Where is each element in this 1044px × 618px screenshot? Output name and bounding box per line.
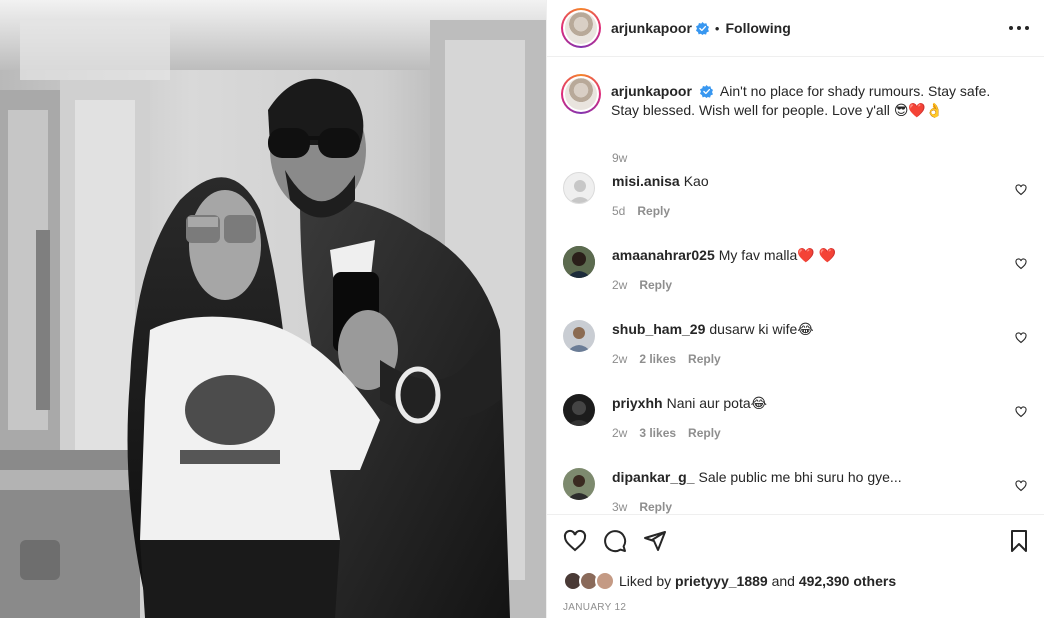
liked-by-user[interactable]: prietyyy_1889 [675, 573, 768, 589]
liker-avatars[interactable] [563, 571, 617, 591]
comment-body: amaanahrar025 My fav malla❤️ ❤️ [612, 246, 992, 264]
likes-summary[interactable]: Liked by prietyyy_1889 and 492,390 other… [563, 571, 896, 591]
post-header: arjunkapoor • Following [547, 0, 1044, 57]
comment-avatar[interactable] [563, 246, 595, 278]
bookmark-icon[interactable] [1007, 529, 1031, 553]
comment-text: Sale public me bhi suru ho gye... [698, 469, 902, 485]
comment-reply-button[interactable]: Reply [688, 352, 721, 366]
heart-icon[interactable] [563, 529, 587, 553]
comment-item: shub_ham_29 dusarw ki wife😂 2w 2 likes Re… [563, 320, 1033, 394]
comment-emoji: ❤️ ❤️ [797, 247, 837, 263]
comment-avatar[interactable] [563, 320, 595, 352]
comment-meta: 5d Reply [612, 204, 670, 218]
comments-scroll-area[interactable]: arjunkapoor Ain't no place for shady rum… [547, 58, 1044, 514]
post-date[interactable]: JANUARY 12 [563, 602, 626, 613]
caption-username[interactable]: arjunkapoor [611, 83, 692, 99]
comment-username[interactable]: misi.anisa [612, 173, 680, 189]
comment-time[interactable]: 3w [612, 500, 627, 514]
comment-username[interactable]: priyxhh [612, 395, 663, 411]
comment-item: misi.anisa Kao 5d Reply [563, 172, 1033, 246]
more-options-icon[interactable] [1009, 20, 1029, 36]
comment-meta: 2w 3 likes Reply [612, 426, 721, 440]
verified-badge-icon [695, 21, 709, 35]
comment-body: dipankar_g_ Sale public me bhi suru ho gy… [612, 468, 992, 486]
comment-avatar[interactable] [563, 468, 595, 500]
comment-item: priyxhh Nani aur pota😂 2w 3 likes Reply [563, 394, 1033, 468]
caption-emojis: 😎❤️👌 [893, 102, 944, 118]
comment-emoji: 😂 [750, 395, 767, 411]
verified-badge-icon [699, 85, 713, 98]
comment-username[interactable]: dipankar_g_ [612, 469, 694, 485]
following-button[interactable]: Following [725, 20, 790, 36]
post-actions-bar: Liked by prietyyy_1889 and 492,390 other… [547, 514, 1044, 618]
comment-likes-count[interactable]: 3 likes [639, 426, 676, 440]
comment-emoji: 😂 [797, 321, 814, 337]
comment-reply-button[interactable]: Reply [637, 204, 670, 218]
caption-timestamp[interactable]: 9w [612, 151, 627, 165]
liked-by-and: and [771, 573, 795, 589]
author-avatar[interactable] [561, 8, 601, 48]
comment-meta: 2w 2 likes Reply [612, 352, 721, 366]
comment-reply-button[interactable]: Reply [639, 500, 672, 514]
comment-time[interactable]: 5d [612, 204, 625, 218]
post-photo[interactable] [0, 0, 546, 618]
comment-item: amaanahrar025 My fav malla❤️ ❤️ 2w Reply [563, 246, 1033, 320]
comment-heart-icon[interactable] [1015, 480, 1027, 492]
comment-text: dusarw ki wife [709, 321, 798, 337]
comment-avatar[interactable] [563, 394, 595, 426]
author-username[interactable]: arjunkapoor [611, 20, 692, 36]
comment-text: My fav malla [718, 247, 798, 263]
caption-author-avatar[interactable] [561, 74, 601, 114]
comment-time[interactable]: 2w [612, 278, 627, 292]
comment-icon[interactable] [603, 529, 627, 553]
comment-time[interactable]: 2w [612, 426, 627, 440]
comment-reply-button[interactable]: Reply [639, 278, 672, 292]
comment-time[interactable]: 2w [612, 352, 627, 366]
comment-text: Nani aur pota [666, 395, 751, 411]
comment-text: Kao [683, 173, 709, 189]
comment-avatar[interactable] [563, 172, 595, 204]
comment-heart-icon[interactable] [1015, 332, 1027, 344]
post-photo-graphic [0, 0, 546, 618]
comment-reply-button[interactable]: Reply [688, 426, 721, 440]
share-icon[interactable] [643, 529, 667, 553]
likes-others-count[interactable]: 492,390 others [799, 573, 896, 589]
comment-item: dipankar_g_ Sale public me bhi suru ho gy… [563, 468, 1033, 514]
comment-username[interactable]: amaanahrar025 [612, 247, 715, 263]
comment-username[interactable]: shub_ham_29 [612, 321, 705, 337]
liked-by-label: Liked by [619, 573, 672, 589]
comment-likes-count[interactable]: 2 likes [639, 352, 676, 366]
comment-body: misi.anisa Kao [612, 172, 992, 190]
comment-heart-icon[interactable] [1015, 184, 1027, 196]
comment-heart-icon[interactable] [1015, 406, 1027, 418]
separator-dot: • [714, 20, 720, 36]
comment-body: shub_ham_29 dusarw ki wife😂 [612, 320, 992, 338]
comment-heart-icon[interactable] [1015, 258, 1027, 270]
caption-body: arjunkapoor Ain't no place for shady rum… [611, 82, 1021, 120]
comment-body: priyxhh Nani aur pota😂 [612, 394, 992, 412]
comment-meta: 2w Reply [612, 278, 672, 292]
comment-meta: 3w Reply [612, 500, 672, 514]
post-details-panel: arjunkapoor • Following arjunkapoor Ain'… [546, 0, 1044, 618]
